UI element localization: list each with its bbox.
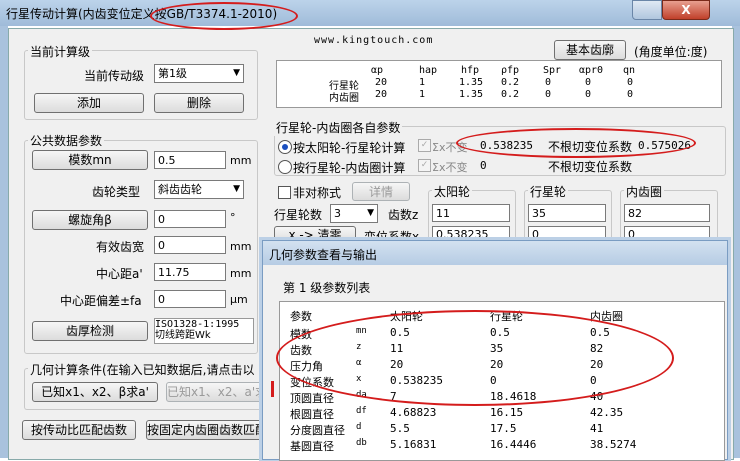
- center-distance-input[interactable]: 11.75: [154, 263, 226, 281]
- sigma-value-2: 0: [480, 159, 487, 172]
- helix-angle-unit: °: [230, 211, 236, 224]
- chevron-down-icon: ▼: [233, 68, 240, 78]
- face-width-label: 有效齿宽: [96, 240, 145, 254]
- add-stage-button[interactable]: 添加: [34, 93, 144, 113]
- common-data-group-label: 公共数据参数: [28, 132, 105, 149]
- row-marker: [271, 381, 274, 397]
- geometry-group-label: 几何计算条件(在输入已知数据后,请点击以: [28, 361, 268, 378]
- solve-center-button[interactable]: 已知x1、x2、β求a': [32, 382, 158, 402]
- ring-teeth-input[interactable]: 82: [624, 204, 710, 222]
- helix-angle-button[interactable]: 螺旋角β: [32, 210, 148, 230]
- planet-title: 行星轮: [528, 183, 569, 200]
- detail-button[interactable]: 详情: [352, 182, 410, 201]
- center-dev-unit: μm: [230, 293, 248, 306]
- module-input[interactable]: 0.5: [154, 151, 226, 169]
- center-dev-label: 中心距偏差±fa: [60, 294, 142, 308]
- child-subtitle: 第 1 级参数列表: [283, 281, 371, 295]
- profile-header: qn: [623, 65, 636, 76]
- profile-header: hap: [419, 65, 438, 76]
- tooth-thickness-display: ISO1328-1:1995 切线跨距Wk: [154, 318, 254, 344]
- profile-header: hfp: [461, 65, 480, 76]
- minimize-button[interactable]: [632, 0, 662, 20]
- sun-teeth-input[interactable]: 11: [432, 204, 510, 222]
- sigma-label-2: Σx不变: [432, 161, 468, 174]
- ring-title: 内齿圈: [624, 183, 665, 200]
- solve-helix-button[interactable]: 已知x1、x2、a'求: [166, 382, 264, 402]
- geometry-table-row: 根圆直径 df 4.68823 16.15 42.35: [290, 406, 624, 421]
- gear-type-select[interactable]: 斜齿齿轮 ▼: [154, 180, 244, 199]
- radio-sun-planet[interactable]: [278, 140, 292, 154]
- chevron-down-icon: ▼: [367, 208, 374, 218]
- profile-header: αp: [371, 65, 384, 76]
- sun-title: 太阳轮: [432, 183, 473, 200]
- match-ring-button[interactable]: 按固定内齿圈齿数匹配: [146, 420, 264, 440]
- child-window-title: 几何参数查看与输出: [269, 248, 378, 262]
- chevron-down-icon: ▼: [233, 184, 240, 194]
- teeth-label: 齿数z: [388, 208, 419, 222]
- profile-header: ρfp: [501, 65, 520, 76]
- watermark: www.kingtouch.com: [314, 35, 434, 46]
- geometry-table-row: 分度圆直径 d 5.5 17.5 41: [290, 422, 604, 437]
- center-dev-input[interactable]: 0: [154, 290, 226, 308]
- annotation-ellipse: [276, 310, 674, 406]
- sigma-checkbox-2[interactable]: ✓: [418, 159, 431, 172]
- module-button[interactable]: 模数mn: [32, 150, 148, 170]
- current-stage-group-label: 当前计算级: [28, 43, 93, 60]
- profile-header: Spr: [543, 65, 562, 76]
- nonsymmetric-label: 非对称式: [293, 186, 342, 200]
- nonsymmetric-checkbox[interactable]: [278, 186, 291, 199]
- window-border-left: [0, 26, 8, 458]
- angle-unit-note: (角度单位:度): [634, 45, 708, 59]
- planet-teeth-input[interactable]: 35: [528, 204, 606, 222]
- base-profile-button[interactable]: 基本齿廓: [554, 40, 626, 60]
- profile-header: αpr0: [579, 65, 604, 76]
- close-button[interactable]: X: [662, 0, 710, 20]
- center-distance-unit: mm: [230, 267, 252, 280]
- face-width-unit: mm: [230, 240, 252, 253]
- delete-stage-button[interactable]: 删除: [154, 93, 244, 113]
- radio-planet-ring-label: 按行星轮-内齿圈计算: [293, 161, 406, 175]
- center-distance-label: 中心距a': [96, 267, 143, 281]
- planet-count-select[interactable]: 3 ▼: [330, 204, 378, 223]
- radio-sun-planet-label: 按太阳轮-行星轮计算: [293, 141, 406, 155]
- tooth-thickness-button[interactable]: 齿厚检测: [32, 321, 148, 341]
- stage-select[interactable]: 第1级 ▼: [154, 64, 244, 83]
- annotation-ellipse: [456, 128, 696, 158]
- annotation-ellipse: [150, 2, 298, 30]
- geometry-table-row: 基圆直径 db 5.16831 16.4446 38.5274: [290, 438, 637, 453]
- module-unit: mm: [230, 154, 252, 167]
- sigma-checkbox-1[interactable]: ✓: [418, 139, 431, 152]
- face-width-input[interactable]: 0: [154, 236, 226, 254]
- match-ratio-button[interactable]: 按传动比匹配齿数: [22, 420, 136, 440]
- planet-count-label: 行星轮数: [274, 208, 323, 222]
- shift-group-label: 行星轮-内齿圈各自参数: [274, 119, 403, 136]
- gear-type-label: 齿轮类型: [92, 185, 141, 199]
- no-undercut-label-2: 不根切变位系数: [548, 160, 633, 174]
- profile-table: αp hap hfp ρfp Spr αpr0 qn 行星轮 20 1 1.35…: [276, 60, 722, 108]
- radio-planet-ring[interactable]: [278, 160, 292, 174]
- stage-label: 当前传动级: [84, 69, 145, 83]
- helix-angle-input[interactable]: 0: [154, 210, 226, 228]
